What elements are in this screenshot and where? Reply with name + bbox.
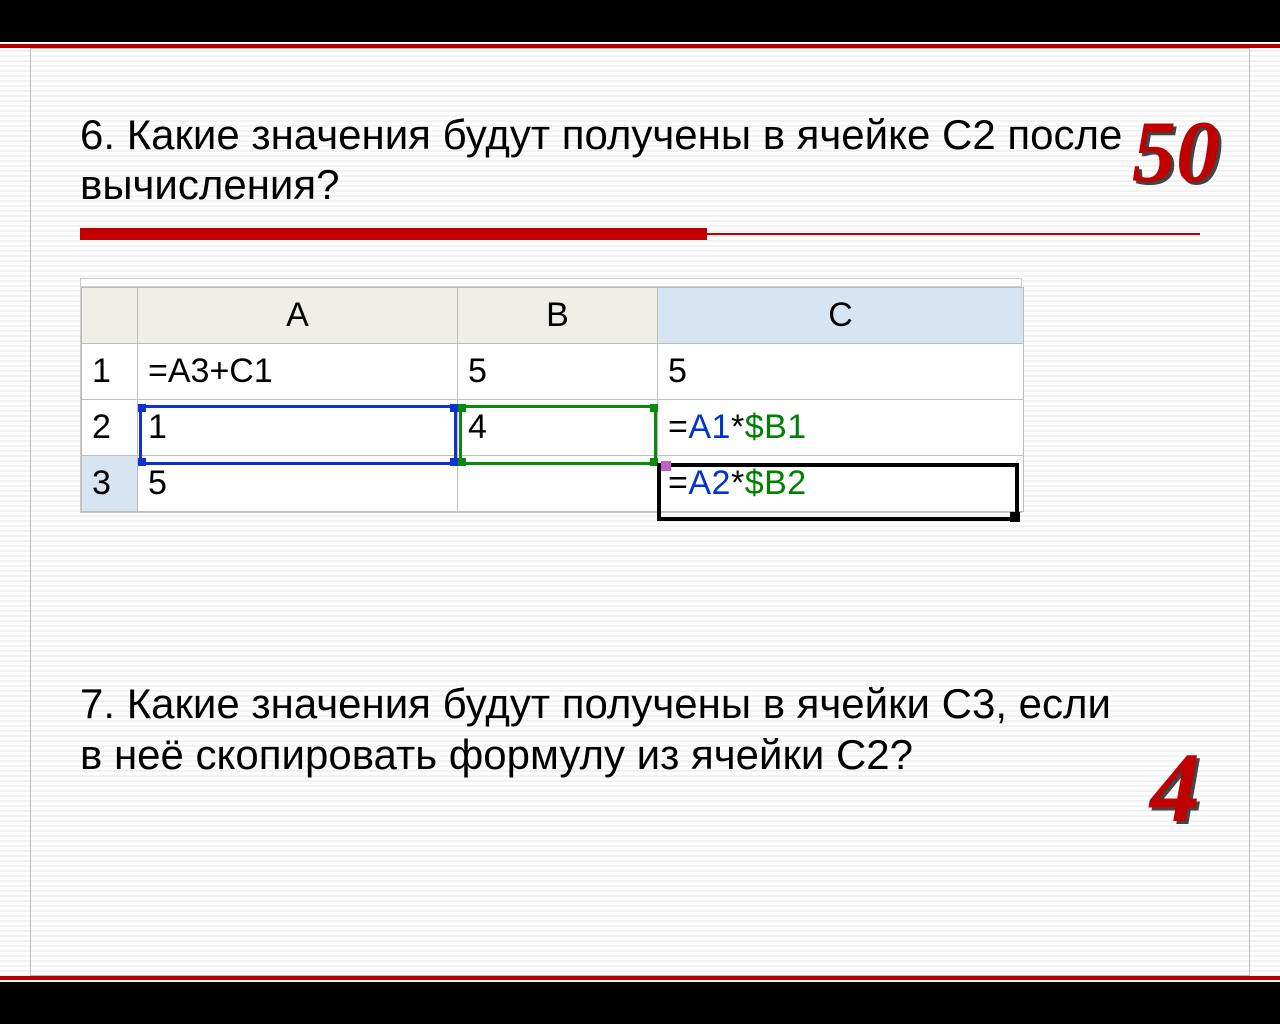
divider-under-q6 xyxy=(80,228,1200,242)
cell-B2[interactable]: 4 xyxy=(458,400,658,456)
row-1: 1 =A3+C1 5 5 xyxy=(82,344,1024,400)
spreadsheet-grid: A B C 1 =A3+C1 5 5 2 1 4 =A1*$B1 xyxy=(81,287,1024,512)
cell-A3[interactable]: 5 xyxy=(138,456,458,512)
cell-A2[interactable]: 1 xyxy=(138,400,458,456)
c2-ref2: $B1 xyxy=(745,408,807,446)
cell-C1[interactable]: 5 xyxy=(658,344,1024,400)
question-7-score: 4 xyxy=(1150,730,1200,845)
cell-C3[interactable]: =A2*$B2 xyxy=(658,456,1024,512)
row-header-2[interactable]: 2 xyxy=(82,400,138,456)
c2-eq: = xyxy=(668,408,688,446)
row-header-3[interactable]: 3 xyxy=(82,456,138,512)
spreadsheet: A B C 1 =A3+C1 5 5 2 1 4 =A1*$B1 xyxy=(80,278,1022,513)
question-6-score: 50 xyxy=(1132,102,1220,203)
col-header-C[interactable]: C xyxy=(658,288,1024,344)
slide-content: 6. Какие значения будут получены в ячейк… xyxy=(0,0,1280,1024)
fill-handle[interactable] xyxy=(1010,512,1020,522)
row-header-1[interactable]: 1 xyxy=(82,344,138,400)
cell-C2[interactable]: =A1*$B1 xyxy=(658,400,1024,456)
c3-ref2: $B2 xyxy=(745,464,807,502)
c2-op: * xyxy=(731,408,745,446)
row-2: 2 1 4 =A1*$B1 xyxy=(82,400,1024,456)
cell-B3[interactable] xyxy=(458,456,658,512)
question-6-text: 6. Какие значения будут получены в ячейк… xyxy=(80,110,1200,209)
c3-op: * xyxy=(731,464,745,502)
column-header-row: A B C xyxy=(82,288,1024,344)
c3-ref1: A2 xyxy=(688,464,731,502)
question-7-text: 7. Какие значения будут получены в ячейк… xyxy=(80,678,1130,780)
cell-A1[interactable]: =A3+C1 xyxy=(138,344,458,400)
row-3: 3 5 =A2*$B2 xyxy=(82,456,1024,512)
c2-ref1: A1 xyxy=(688,408,731,446)
col-header-B[interactable]: B xyxy=(458,288,658,344)
c3-eq: = xyxy=(668,464,688,502)
corner-cell[interactable] xyxy=(82,288,138,344)
col-header-A[interactable]: A xyxy=(138,288,458,344)
cell-B1[interactable]: 5 xyxy=(458,344,658,400)
